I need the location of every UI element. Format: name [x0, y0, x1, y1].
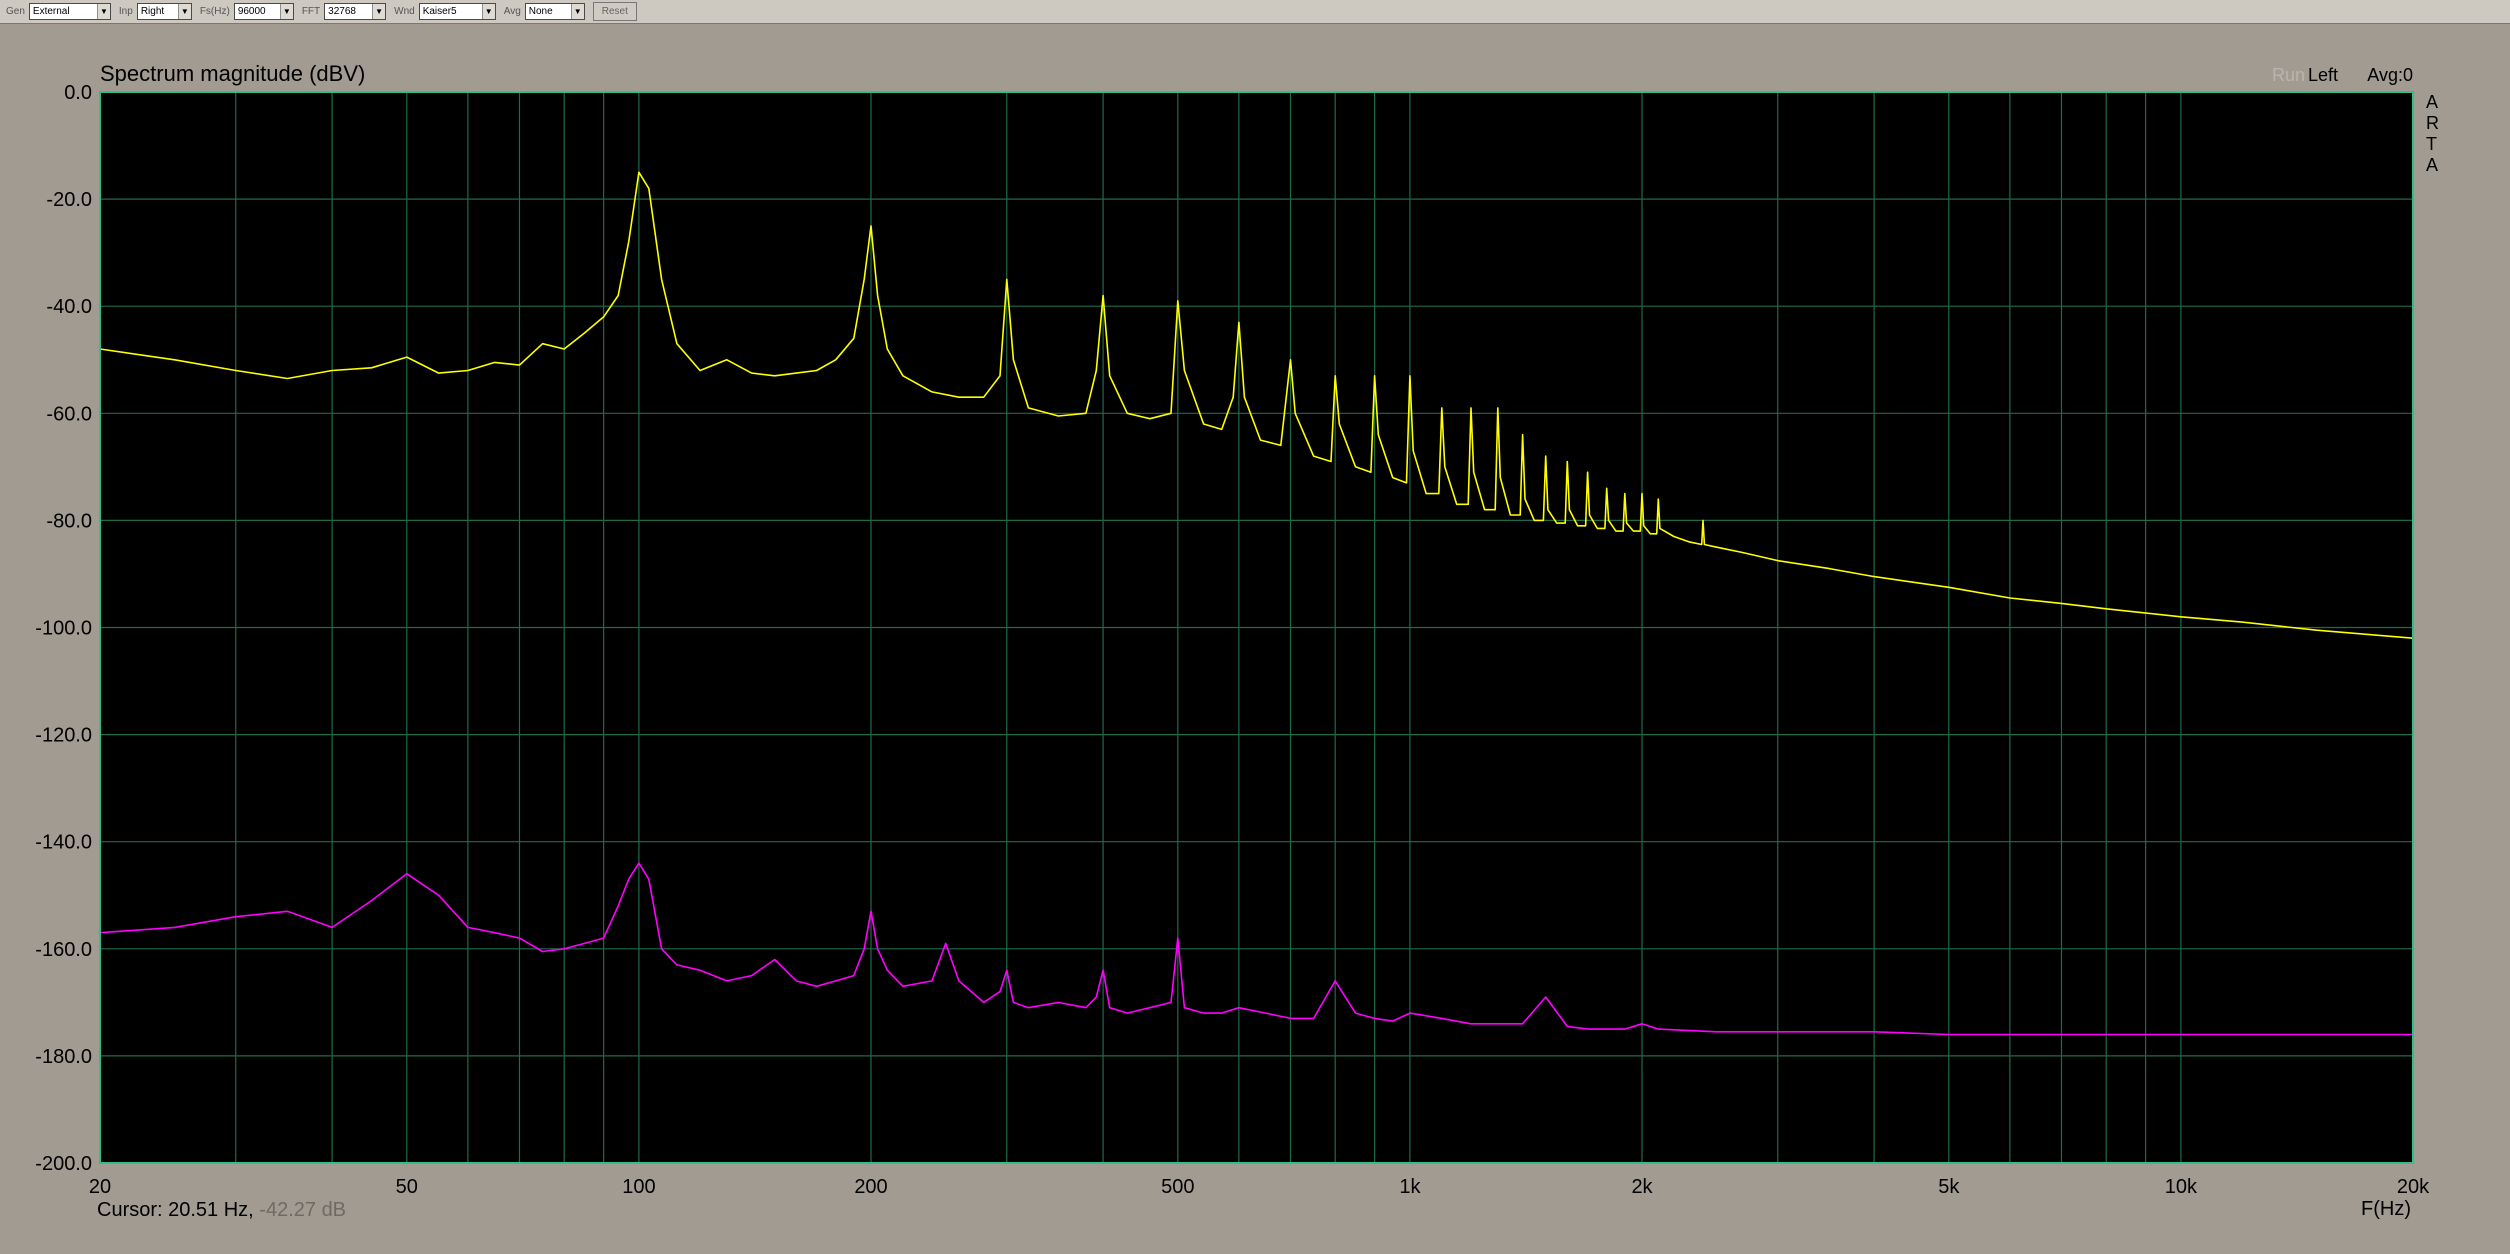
y-tick-label: -180.0 [35, 1046, 92, 1068]
fft-size-select[interactable]: 32768 ▼ [324, 3, 387, 20]
y-tick-label: -40.0 [46, 296, 92, 318]
run-status-ghost: Run [2272, 65, 2305, 85]
x-tick-label: 500 [1161, 1176, 1194, 1198]
y-tick-label: -160.0 [35, 939, 92, 961]
x-tick-label: 20 [89, 1176, 111, 1198]
logo-letter: A [2426, 92, 2438, 112]
y-tick-label: -100.0 [35, 618, 92, 640]
sample-rate-select[interactable]: 96000 ▼ [233, 3, 294, 20]
logo-letter: R [2426, 113, 2439, 133]
y-tick-label: -60.0 [46, 403, 92, 425]
reset-button[interactable]: Reset [592, 2, 637, 21]
generator-select[interactable]: External ▼ [28, 3, 111, 20]
y-tick-label: -140.0 [35, 832, 92, 854]
y-tick-label: -80.0 [46, 510, 92, 532]
x-axis: 20 50 100 200 500 1k 2k 5k 10k 20k [89, 1176, 2430, 1198]
logo-letter: T [2426, 134, 2437, 154]
inp-label: Inp [118, 6, 133, 17]
fft-label: FFT [301, 6, 321, 17]
chart-title: Spectrum magnitude (dBV) [100, 61, 365, 86]
x-tick-label: 1k [1399, 1176, 1421, 1198]
x-tick-label: 20k [2397, 1176, 2430, 1198]
y-tick-label: -120.0 [35, 725, 92, 747]
y-tick-label: 0.0 [64, 82, 92, 104]
generator-value: External [32, 6, 70, 17]
x-axis-label: F(Hz) [2361, 1198, 2411, 1220]
fft-size-value: 32768 [328, 6, 356, 17]
averaging-select[interactable]: None ▼ [524, 3, 585, 20]
chevron-down-icon[interactable]: ▼ [177, 4, 191, 19]
chevron-down-icon[interactable]: ▼ [372, 4, 386, 19]
cursor-readout: Cursor: 20.51 Hz, -42.27 dB [97, 1199, 346, 1221]
channel-status: Left [2308, 65, 2338, 85]
x-tick-label: 100 [622, 1176, 655, 1198]
avg-status: Avg:0 [2367, 65, 2413, 85]
x-tick-label: 5k [1938, 1176, 1960, 1198]
chevron-down-icon[interactable]: ▼ [481, 4, 495, 19]
fs-label: Fs(Hz) [199, 6, 230, 17]
chevron-down-icon[interactable]: ▼ [570, 4, 584, 19]
averaging-value: None [528, 6, 553, 17]
x-tick-label: 200 [854, 1176, 887, 1198]
spectrum-panel: Spectrum magnitude (dBV) Run Left Avg:0 … [0, 25, 2510, 1249]
spectrum-chart[interactable]: Spectrum magnitude (dBV) Run Left Avg:0 … [0, 25, 2510, 1249]
x-tick-label: 10k [2165, 1176, 2198, 1198]
input-value: Right [140, 6, 165, 17]
logo-letter: A [2426, 155, 2438, 175]
arta-logo: A R T A [2426, 92, 2439, 175]
cursor-level: -42.27 dB [259, 1199, 346, 1221]
cursor-frequency: Cursor: 20.51 Hz, [97, 1199, 254, 1221]
chevron-down-icon[interactable]: ▼ [96, 4, 110, 19]
input-select[interactable]: Right ▼ [136, 3, 192, 20]
x-tick-label: 2k [1631, 1176, 1653, 1198]
gen-label: Gen [6, 6, 25, 17]
avg-label: Avg [503, 6, 521, 17]
toolbar: Gen External ▼ Inp Right ▼ Fs(Hz) 96000 … [0, 0, 2510, 24]
sample-rate-value: 96000 [237, 6, 266, 17]
window-value: Kaiser5 [422, 6, 457, 17]
window-select[interactable]: Kaiser5 ▼ [418, 3, 496, 20]
chevron-down-icon[interactable]: ▼ [279, 4, 293, 19]
y-axis: 0.0 -20.0 -40.0 -60.0 -80.0 -100.0 -120.0 -140.… [35, 82, 92, 1175]
y-tick-label: -200.0 [35, 1153, 92, 1175]
y-tick-label: -20.0 [46, 189, 92, 211]
x-tick-label: 50 [396, 1176, 418, 1198]
wnd-label: Wnd [394, 6, 415, 17]
